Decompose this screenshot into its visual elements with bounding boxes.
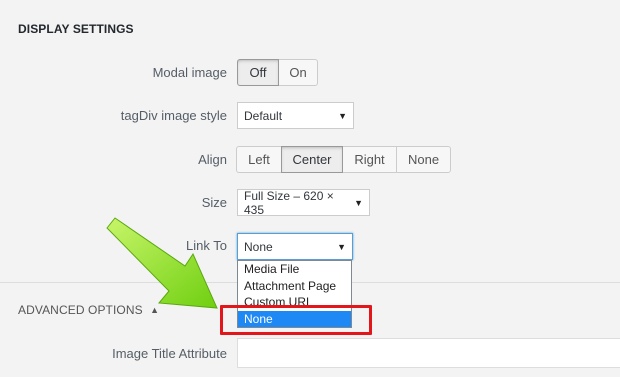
modal-image-toggle: Off On	[237, 59, 318, 86]
size-value: Full Size – 620 × 435	[244, 188, 334, 217]
align-label: Align	[198, 152, 227, 167]
align-center-button[interactable]: Center	[281, 146, 343, 173]
modal-image-label: Modal image	[152, 65, 227, 80]
link-to-select[interactable]: None ▼	[237, 233, 353, 260]
dropdown-arrow-icon: ▼	[338, 110, 347, 121]
modal-off-button[interactable]: Off	[237, 59, 279, 86]
tagdiv-style-select[interactable]: Default ▼	[237, 102, 354, 129]
image-title-input[interactable]	[237, 338, 620, 368]
dropdown-arrow-icon: ▼	[337, 241, 346, 252]
tagdiv-style-value: Default	[244, 108, 283, 123]
display-settings-title: DISPLAY SETTINGS	[18, 22, 134, 36]
dropdown-arrow-icon: ▼	[354, 197, 363, 208]
option-attachment-page[interactable]: Attachment Page	[238, 278, 351, 295]
align-left-button[interactable]: Left	[236, 146, 282, 173]
size-label: Size	[201, 195, 227, 210]
align-right-button[interactable]: Right	[342, 146, 397, 173]
modal-on-button[interactable]: On	[278, 59, 318, 86]
green-arrow-icon	[106, 217, 218, 309]
align-none-button[interactable]: None	[396, 146, 451, 173]
tagdiv-style-label: tagDiv image style	[120, 108, 227, 123]
size-select[interactable]: Full Size – 620 × 435 ▼	[237, 188, 370, 217]
align-button-group: Left Center Right None	[236, 146, 451, 173]
option-media-file[interactable]: Media File	[238, 261, 351, 278]
image-title-label: Image Title Attribute	[112, 346, 227, 361]
link-to-value: None	[244, 239, 273, 254]
